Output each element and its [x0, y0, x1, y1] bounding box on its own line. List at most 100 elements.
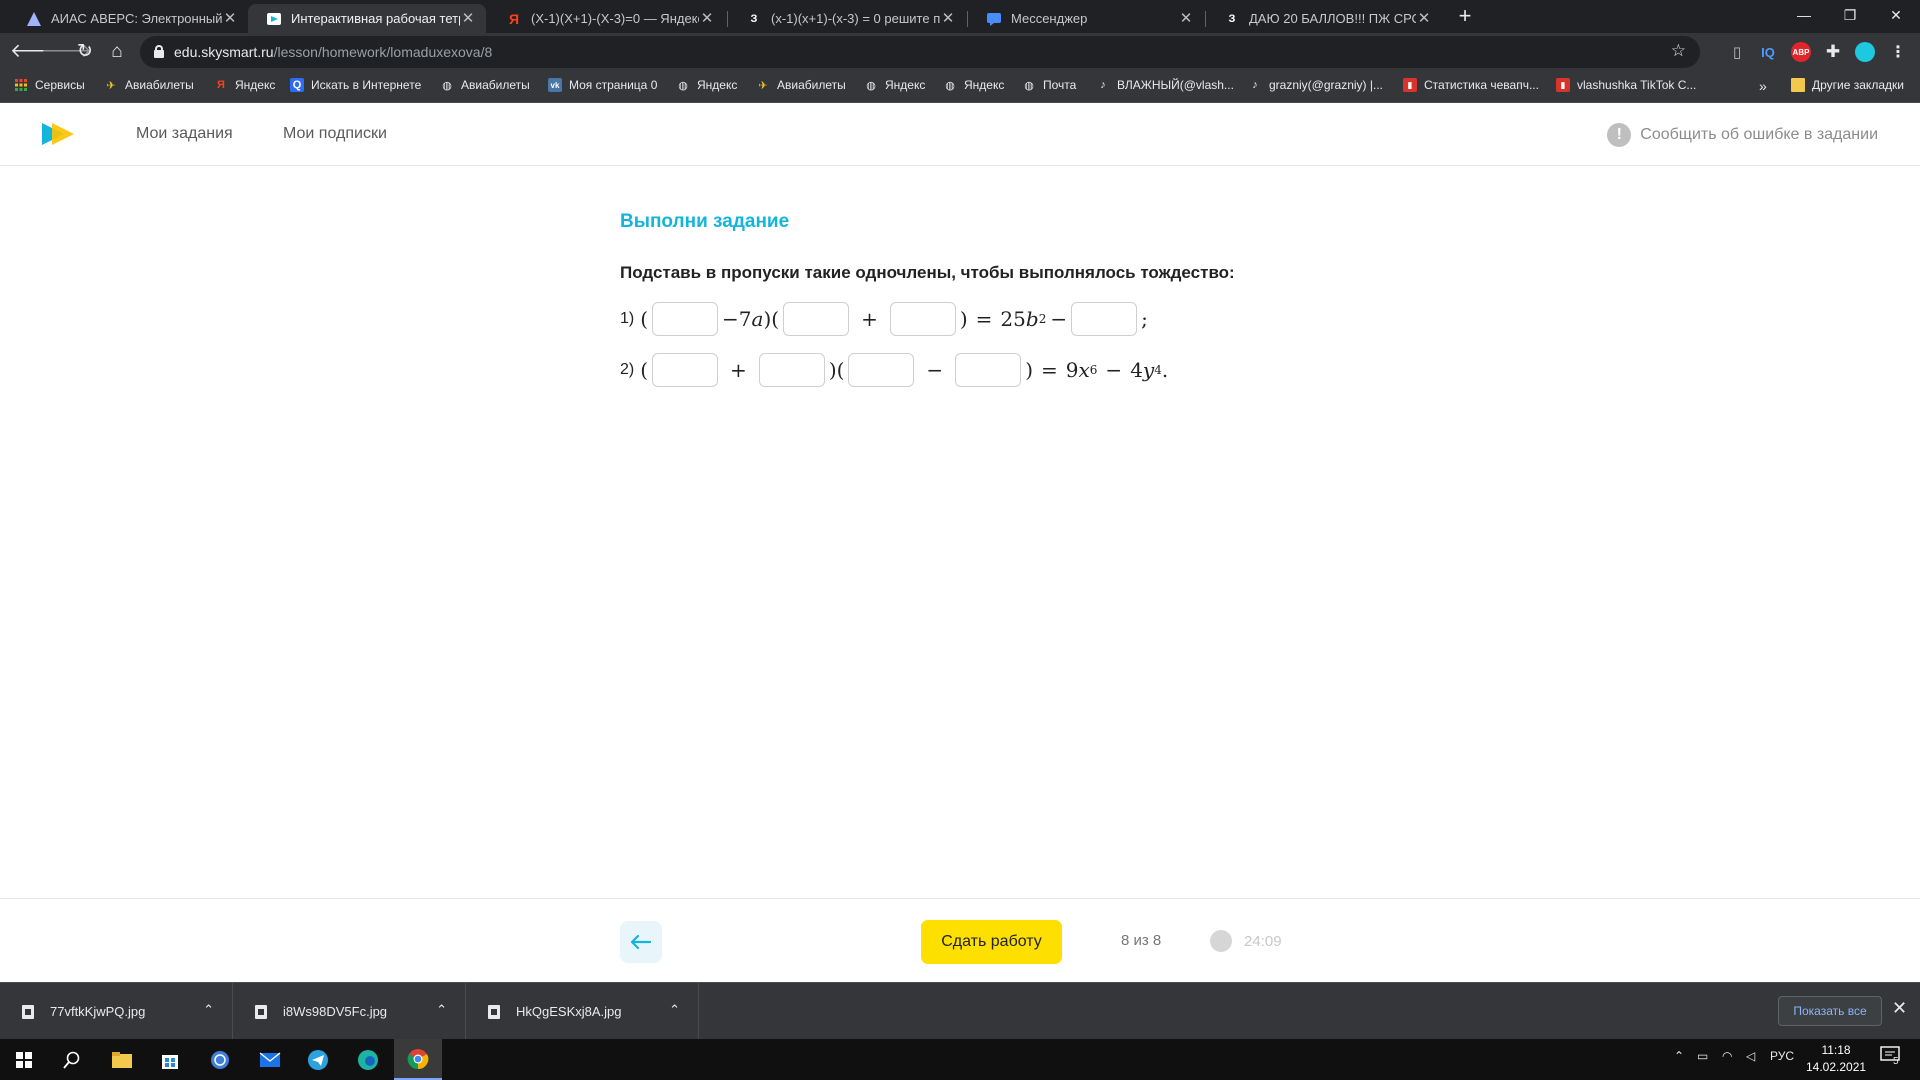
avatar[interactable] [1855, 42, 1875, 62]
file-icon [255, 1004, 267, 1019]
bookmark-item[interactable]: ◍ Почта [1022, 78, 1076, 92]
tab-znanija-2[interactable]: З ДАЮ 20 БАЛЛОВ!!! ПЖ СРОЧНО ✕ [1206, 4, 1442, 33]
iq-extension-icon[interactable]: IQ [1758, 42, 1778, 62]
windows-icon [16, 1051, 32, 1068]
close-icon[interactable]: ✕ [1178, 10, 1194, 27]
bookmark-item[interactable]: ♪ ВЛАЖНЫЙ(@vlash... [1096, 78, 1234, 92]
store-button[interactable] [146, 1039, 194, 1080]
battery-icon[interactable]: ▭ [1697, 1049, 1708, 1063]
submit-work-button[interactable]: Сдать работу [921, 920, 1062, 964]
vk-icon: vk [548, 78, 562, 92]
chrome-icon [407, 1048, 429, 1069]
close-window-button[interactable]: ✕ [1873, 0, 1919, 30]
eq1-blank-3[interactable] [889, 302, 956, 336]
bookmark-item[interactable]: ◍ Авиабилеты [440, 78, 530, 92]
download-item[interactable]: HkQgESKxj8A.jpg ⌃ [466, 983, 699, 1040]
apps-grid-icon [14, 78, 28, 92]
kebab-menu-icon[interactable]: ⋮ [1888, 42, 1908, 62]
yandex-icon: Я [217, 79, 225, 91]
bookmark-item[interactable]: ✈ Авиабилеты [104, 78, 193, 92]
clock-icon [1210, 930, 1232, 952]
address-bar[interactable]: edu.skysmart.ru/lesson/homework/lomaduxe… [140, 36, 1700, 68]
bookmarks-overflow-button[interactable]: » [1759, 78, 1767, 94]
start-button[interactable] [0, 1039, 48, 1080]
yandex-icon: Я [508, 10, 520, 27]
nav-my-subscriptions[interactable]: Мои подписки [283, 125, 387, 143]
chrome-button[interactable] [394, 1039, 442, 1080]
bookmark-item[interactable]: ◍ Яндекс [864, 78, 925, 92]
tab-avers[interactable]: АИАС АВЕРС: Электронный Кла ✕ [8, 4, 248, 33]
forward-button[interactable]: 🡒 [41, 40, 92, 64]
download-item[interactable]: i8Ws98DV5Fc.jpg ⌃ [233, 983, 466, 1040]
notifications-button[interactable]: 5 [1880, 1046, 1900, 1067]
back-button[interactable]: 🡐 [10, 40, 61, 64]
task-footer: Сдать работу 8 из 8 24:09 [0, 898, 1920, 982]
eq2-blank-1[interactable] [652, 353, 719, 387]
other-bookmarks[interactable]: Другие закладки [1791, 78, 1904, 92]
skysmart-logo[interactable] [40, 121, 76, 152]
chevron-up-icon[interactable]: ⌃ [436, 1002, 447, 1018]
eq1-blank-4[interactable] [1071, 302, 1138, 336]
eq2-blank-3[interactable] [848, 353, 915, 387]
reload-button[interactable]: ↻ [73, 40, 97, 64]
wifi-icon[interactable]: ◠ [1722, 1049, 1732, 1063]
bookmark-item[interactable]: vk Моя страница 0 [548, 78, 657, 92]
puzzle-icon[interactable]: ✚ [1823, 42, 1843, 62]
eq2-blank-4[interactable] [955, 353, 1022, 387]
windows-taskbar: ⌃ ▭ ◠ ◁ РУС 11:18 14.02.2021 5 [0, 1039, 1920, 1080]
mail-button[interactable] [246, 1039, 294, 1080]
eq2-blank-2[interactable] [758, 353, 825, 387]
close-icon[interactable]: ✕ [222, 10, 238, 27]
arrow-left-icon [631, 935, 651, 949]
telegram-button[interactable] [294, 1039, 342, 1080]
close-icon[interactable]: ✕ [460, 10, 476, 27]
bookmark-star-icon[interactable]: ☆ [1671, 41, 1686, 61]
download-item[interactable]: 77vftkKjwPQ.jpg ⌃ [0, 983, 233, 1040]
plane-icon: ✈ [758, 79, 768, 92]
task-instruction: Подставь в пропуски такие одночлены, что… [620, 263, 1235, 282]
bookmark-item[interactable]: ◍ Яндекс [676, 78, 737, 92]
search-button[interactable] [48, 1039, 96, 1080]
report-error-link[interactable]: ! Сообщить об ошибке в задании [1607, 123, 1878, 147]
chevron-up-icon[interactable]: ⌃ [203, 1002, 214, 1018]
telegram-icon [308, 1049, 328, 1070]
globe-icon: ◍ [1024, 79, 1034, 92]
app-globe-button[interactable] [196, 1039, 244, 1080]
bookmark-item[interactable]: ◍ Яндекс [943, 78, 1004, 92]
close-icon[interactable]: ✕ [1892, 998, 1907, 1019]
close-icon[interactable]: ✕ [940, 10, 956, 27]
bookmark-item[interactable]: Сервисы [14, 78, 85, 92]
bookmark-item[interactable]: ▮ vlashushka TikTok C... [1556, 78, 1696, 92]
minimize-button[interactable]: — [1781, 0, 1827, 30]
edge-button[interactable] [344, 1039, 392, 1080]
avers-icon [26, 11, 42, 27]
bookmark-item[interactable]: ✈ Авиабилеты [756, 78, 845, 92]
new-tab-button[interactable]: + [1453, 5, 1477, 29]
eq1-blank-2[interactable] [783, 302, 850, 336]
close-icon[interactable]: ✕ [699, 10, 715, 27]
tab-yandex[interactable]: Я (X-1)(X+1)-(X-3)=0 — Яндекс: на ✕ [488, 4, 725, 33]
chevron-up-icon[interactable]: ⌃ [669, 1002, 680, 1018]
tab-messenger[interactable]: Мессенджер ✕ [968, 4, 1204, 33]
prev-task-button[interactable] [620, 921, 662, 963]
file-icon [488, 1004, 500, 1019]
reader-icon[interactable]: ▯ [1727, 42, 1747, 62]
tray-overflow-icon[interactable]: ⌃ [1674, 1049, 1684, 1063]
adblock-extension-icon[interactable]: ABP [1791, 42, 1811, 62]
tab-znanija-1[interactable]: З (x-1)(x+1)-(x-3) = 0 решите пож ✕ [728, 4, 966, 33]
bookmark-item[interactable]: Я Яндекс [214, 78, 275, 92]
volume-icon[interactable]: ◁ [1746, 1049, 1755, 1063]
file-explorer-button[interactable] [98, 1039, 146, 1080]
restore-button[interactable]: ❐ [1827, 0, 1873, 30]
home-button[interactable]: ⌂ [105, 40, 129, 64]
show-all-downloads-button[interactable]: Показать все [1778, 996, 1882, 1026]
clock[interactable]: 11:18 14.02.2021 [1806, 1042, 1866, 1076]
nav-my-tasks[interactable]: Мои задания [136, 125, 233, 143]
close-icon[interactable]: ✕ [1416, 10, 1432, 27]
tab-skysmart[interactable]: Интерактивная рабочая тетрад ✕ [248, 4, 486, 33]
bookmark-item[interactable]: ♪ grazniy(@grazniy) |... [1248, 78, 1383, 92]
bookmark-item[interactable]: Q Искать в Интернете [290, 78, 421, 92]
bookmark-item[interactable]: ▮ Статистика чевапч... [1403, 78, 1539, 92]
eq1-blank-1[interactable] [652, 302, 719, 336]
language-indicator[interactable]: РУС [1770, 1049, 1794, 1063]
